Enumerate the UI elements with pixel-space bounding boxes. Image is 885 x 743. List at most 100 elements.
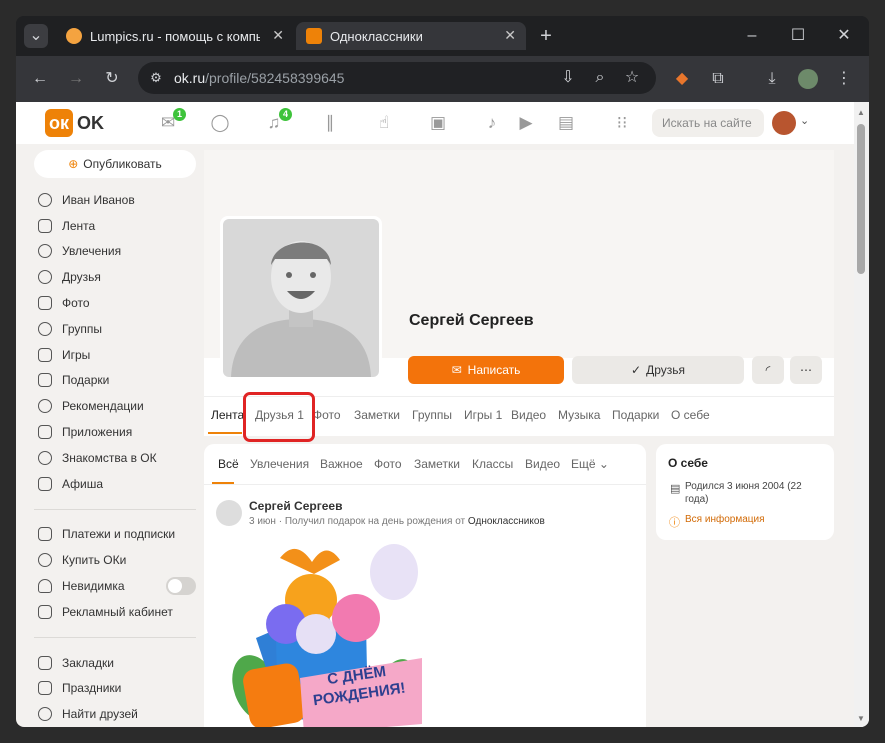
tab-groups[interactable]: Группы xyxy=(412,408,452,422)
more-button[interactable]: ⋯ xyxy=(790,356,822,384)
apps-grid-icon[interactable]: ⁝⁝ xyxy=(610,112,634,134)
holiday-icon xyxy=(38,681,52,696)
install-icon[interactable]: ⇩ xyxy=(556,66,580,90)
scroll-up-icon[interactable]: ▲ xyxy=(857,108,865,117)
tab-lumpics[interactable]: Lumpics.ru - помощь с компьютером ✕ xyxy=(56,22,294,50)
back-icon[interactable]: ← xyxy=(28,67,52,91)
tab-video[interactable]: Видео xyxy=(511,408,546,422)
sidebar-item-dating[interactable]: Знакомства в ОК xyxy=(34,445,196,471)
search-input[interactable]: Искать на сайте xyxy=(652,109,764,137)
extension-fox-icon[interactable]: ◆ xyxy=(670,67,694,91)
post-avatar[interactable] xyxy=(216,500,242,526)
feed-tab-important[interactable]: Важное xyxy=(320,457,363,471)
user-avatar[interactable] xyxy=(772,111,796,135)
video-icon[interactable]: ▣ xyxy=(426,112,450,134)
sidebar-item-bookmarks[interactable]: Закладки xyxy=(34,650,196,676)
publish-label: Опубликовать xyxy=(83,157,162,171)
music-icon[interactable]: ♪ xyxy=(480,112,504,134)
feed-tab-hobbies[interactable]: Увлечения xyxy=(250,457,309,471)
bookmark-star-icon[interactable]: ☆ xyxy=(620,66,644,90)
feed-tab-classes[interactable]: Классы xyxy=(472,457,513,471)
sidebar-label: Афиша xyxy=(62,476,104,491)
tab-notes[interactable]: Заметки xyxy=(354,408,400,422)
tab-odnoklassniki[interactable]: Одноклассники ✕ xyxy=(296,22,526,50)
feed-tab-all[interactable]: Всё xyxy=(218,457,239,471)
feed-tab-notes[interactable]: Заметки xyxy=(414,457,460,471)
subscribe-button[interactable]: ◜ xyxy=(752,356,784,384)
address-bar[interactable]: ⚙ ok.ru/profile/582458399645 ⇩ ⌕ ☆ xyxy=(138,62,656,94)
left-sidebar: ⊕ Опубликовать Иван Иванов Лента Увлечен… xyxy=(34,150,196,727)
sidebar-item-find-friends[interactable]: Найти друзей xyxy=(34,701,196,727)
sidebar-item-feed[interactable]: Лента xyxy=(34,213,196,239)
sidebar-item-recommendations[interactable]: Рекомендации xyxy=(34,393,196,419)
downloads-icon[interactable]: ⤓ xyxy=(760,67,784,91)
chevron-down-icon[interactable]: ⌄ xyxy=(800,114,809,127)
sidebar-item-hobbies[interactable]: Увлечения xyxy=(34,239,196,265)
close-icon[interactable]: ✕ xyxy=(272,27,284,44)
new-tab-icon[interactable]: + xyxy=(534,24,558,48)
guests-icon[interactable]: ∥ xyxy=(318,112,342,134)
sidebar-item-holidays[interactable]: Праздники xyxy=(34,676,196,702)
minimize-icon[interactable]: – xyxy=(740,24,764,48)
apps-icon xyxy=(38,425,52,440)
url-host: ok.ru xyxy=(174,70,206,86)
sidebar-item-gifts[interactable]: Подарки xyxy=(34,368,196,394)
tab-photos[interactable]: Фото xyxy=(313,408,341,422)
calendar-icon[interactable]: ▤ xyxy=(554,112,578,134)
sidebar-item-games[interactable]: Игры xyxy=(34,342,196,368)
forward-icon[interactable]: → xyxy=(64,67,88,91)
ok-logo[interactable]: ок OK xyxy=(45,109,104,137)
sidebar-item-photos[interactable]: Фото xyxy=(34,290,196,316)
scroll-down-icon[interactable]: ▼ xyxy=(857,714,865,723)
tab-gifts[interactable]: Подарки xyxy=(612,408,659,422)
sidebar-label: Лента xyxy=(62,218,96,233)
post-author[interactable]: Сергей Сергеев xyxy=(249,499,342,513)
tab-music[interactable]: Музыка xyxy=(558,408,600,422)
feed-tab-video[interactable]: Видео xyxy=(525,457,560,471)
feed-tab-more[interactable]: Ещё ⌄ xyxy=(571,457,609,471)
feed-card: Сергей Сергеев 3 июн · Получил подарок н… xyxy=(204,444,646,727)
messages-icon[interactable]: ✉ 1 xyxy=(156,108,186,134)
friends-button[interactable]: ✓ Друзья xyxy=(572,356,744,384)
extensions-icon[interactable]: ⧉ xyxy=(706,67,730,91)
site-info-icon[interactable]: ⚙ xyxy=(144,66,168,90)
gift-image[interactable]: С ДНЁМ РОЖДЕНИЯ! xyxy=(216,538,426,727)
sidebar-item-ads[interactable]: Рекламный кабинет xyxy=(34,599,196,625)
invisible-icon xyxy=(38,579,52,594)
notifications-icon[interactable]: ♫ 4 xyxy=(262,108,292,134)
vk-video-icon[interactable]: ▶ xyxy=(514,112,538,134)
invisible-toggle[interactable] xyxy=(166,577,196,596)
tab-feed[interactable]: Лента xyxy=(211,408,244,422)
write-message-button[interactable]: ✉ Написать xyxy=(408,356,564,384)
zoom-icon[interactable]: ⌕ xyxy=(588,66,612,90)
sidebar-item-apps[interactable]: Приложения xyxy=(34,419,196,445)
discussions-icon[interactable]: ◯ xyxy=(208,112,232,134)
menu-kebab-icon[interactable]: ⋮ xyxy=(832,67,856,91)
sidebar-item-payments[interactable]: Платежи и подписки xyxy=(34,522,196,548)
sidebar-item-afisha[interactable]: Афиша xyxy=(34,471,196,497)
sidebar-label: Игры xyxy=(62,347,91,362)
scrollbar-thumb[interactable] xyxy=(857,124,865,274)
write-label: Написать xyxy=(467,363,521,377)
tab-search-button[interactable]: ⌄ xyxy=(24,24,48,48)
close-window-icon[interactable]: ✕ xyxy=(832,24,856,48)
sidebar-item-buy-oki[interactable]: Купить ОКи xyxy=(34,547,196,573)
tab-about[interactable]: О себе xyxy=(671,408,710,422)
sidebar-item-profile[interactable]: Иван Иванов xyxy=(34,187,196,213)
maximize-icon[interactable]: ☐ xyxy=(786,24,810,48)
bookmark-icon xyxy=(38,655,52,670)
tab-games[interactable]: Игры 1 xyxy=(464,408,502,422)
feed-tab-photos[interactable]: Фото xyxy=(374,457,402,471)
sidebar-item-friends[interactable]: Друзья xyxy=(34,264,196,290)
publish-button[interactable]: ⊕ Опубликовать xyxy=(34,150,196,178)
sidebar-item-groups[interactable]: Группы xyxy=(34,316,196,342)
post-meta-link[interactable]: Одноклассников xyxy=(468,516,545,527)
megaphone-icon xyxy=(38,604,52,619)
likes-icon[interactable]: ☝ xyxy=(372,112,396,134)
close-icon[interactable]: ✕ xyxy=(504,27,516,44)
about-all-link[interactable]: Вся информация xyxy=(685,514,765,525)
profile-photo[interactable] xyxy=(220,216,382,380)
profile-name: Сергей Сергеев xyxy=(409,312,534,329)
reload-icon[interactable]: ↻ xyxy=(100,67,124,91)
profile-avatar[interactable] xyxy=(798,69,818,89)
